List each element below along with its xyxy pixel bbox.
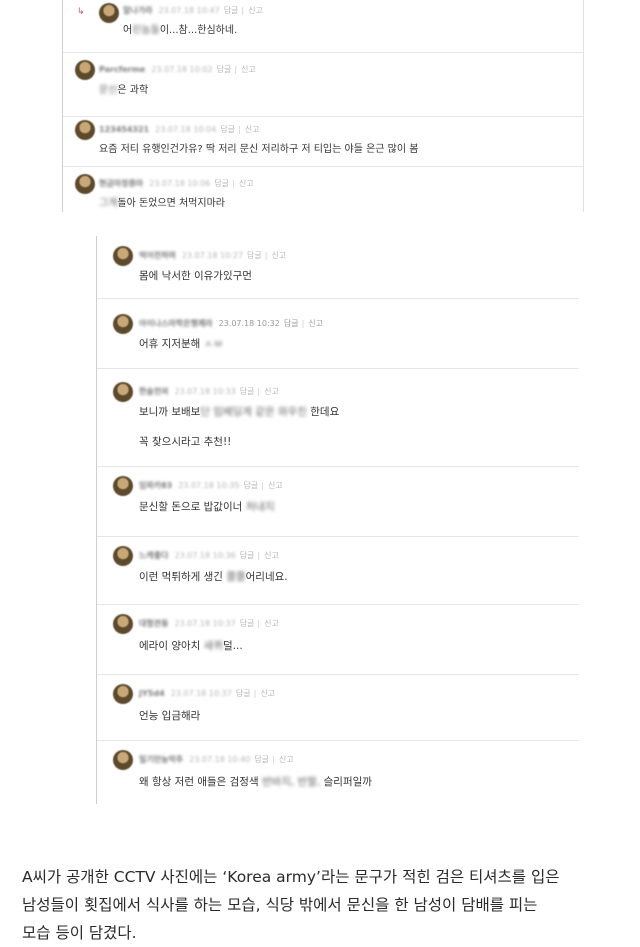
reply-link[interactable]: 답글: [240, 387, 255, 396]
reply-link[interactable]: 답글: [236, 689, 251, 698]
comment-author[interactable]: Parcferme: [99, 65, 145, 74]
comment-date: 23.07.18 10:02: [151, 65, 213, 74]
comment-text-line2: 꼭 찾으시라고 추천!!: [139, 436, 232, 448]
comment-author[interactable]: 대형관동: [139, 619, 168, 628]
reply-link[interactable]: 답글: [243, 481, 258, 490]
avatar: [113, 382, 133, 402]
comment-item: 대형관동 23.07.18 10:37 답글 | 신고 에라이 양아치 새퀴덜...: [97, 604, 579, 675]
report-link[interactable]: 신고: [264, 551, 279, 560]
comment-item: 임파카83 23.07.18 10:35 답글 | 신고 문신할 돈으로 밥값이너 처내…: [97, 466, 579, 537]
comment-date: 23.07.18 10:47: [158, 6, 220, 15]
comment-date: 23.07.18 10:37: [174, 619, 236, 628]
comment-date: 23.07.18 10:06: [149, 179, 211, 188]
comment-item: 123454321 23.07.18 10:04 답글 | 신고 요즘 저티 유행인건가…: [63, 116, 583, 167]
comment-author[interactable]: JY5d4: [139, 689, 165, 698]
report-link[interactable]: 신고: [245, 125, 260, 134]
comment-date: 23.07.18 10:37: [170, 689, 232, 698]
avatar: [113, 750, 133, 770]
caption-line: 남성들이 횟집에서 식사를 하는 모습, 식당 밖에서 문신을 한 남성이 담배…: [22, 896, 538, 914]
comment-text: 어휴 지저분해 ㅅㅂ: [139, 338, 223, 350]
comment-text: 어린놈들이...참...한심하네.: [123, 25, 238, 36]
avatar: [113, 314, 133, 334]
report-link[interactable]: 신고: [239, 179, 254, 188]
avatar: [113, 614, 133, 634]
comment-text: 요즘 저티 유행인건가유? 딱 저리 문신 저리하구 저 티입는 야들 은근 많…: [99, 144, 419, 155]
comment-text: 에라이 양아치 새퀴덜...: [139, 640, 243, 652]
comment-item: ↳ 말나가라 23.07.18 10:47 답글 | 신고 어린놈들이...참...한심…: [63, 0, 583, 53]
comment-date: 23.07.18 10:33: [174, 387, 236, 396]
comment-author[interactable]: 먹어전하며: [139, 251, 176, 260]
reply-link[interactable]: 답글: [284, 319, 299, 328]
comment-item: 먹어전하며 23.07.18 10:27 답글 | 신고 몸에 낙서한 이유가있구먼: [97, 236, 579, 299]
reply-link[interactable]: 답글: [240, 551, 255, 560]
avatar: [113, 684, 133, 704]
comment-text: 보니까 보배보단 임베딩게 같은 와우진 한데요: [139, 406, 340, 418]
report-link[interactable]: 신고: [279, 755, 294, 764]
comment-panel-bottom: 먹어전하며 23.07.18 10:27 답글 | 신고 몸에 낙서한 이유가있구먼 아…: [96, 236, 579, 804]
comment-author[interactable]: 밀기만능막추: [139, 755, 183, 764]
reply-arrow-icon: ↳: [77, 7, 85, 17]
comment-date: 23.07.18 10:27: [181, 251, 244, 260]
comment-date: 23.07.18 10:32: [218, 319, 280, 328]
reply-link[interactable]: 답글: [214, 179, 229, 188]
avatar: [75, 60, 95, 80]
comment-item: 아이나스마학은행께라 23.07.18 10:32 답글 | 신고 어휴 지저분해 ㅅㅂ: [97, 298, 579, 369]
comment-text: 문신은 과학: [99, 85, 149, 96]
comment-date: 23.07.18 10:40: [189, 755, 251, 764]
comment-item: 한술전의 23.07.18 10:33 답글 | 신고 보니까 보배보단 임베딩게 같은…: [97, 368, 579, 467]
comment-text: 왜 항상 저런 애들은 검정색 반바지, 반팔, 슬리퍼일까: [139, 776, 372, 788]
avatar: [113, 546, 133, 566]
comment-item: 밀기만능막추 23.07.18 10:40 답글 | 신고 왜 항상 저런 애들은 검정…: [97, 740, 579, 804]
comment-author[interactable]: 123454321: [99, 125, 149, 134]
reply-link[interactable]: 답글: [247, 251, 262, 260]
comment-text: 그게돌아 돈었으면 처먹지마라: [99, 198, 225, 209]
report-link[interactable]: 신고: [268, 481, 283, 490]
report-link[interactable]: 신고: [271, 251, 286, 260]
reply-link[interactable]: 답글: [217, 65, 232, 74]
comment-panel-top: ↳ 말나가라 23.07.18 10:47 답글 | 신고 어린놈들이...참...한심…: [62, 0, 584, 212]
avatar: [113, 476, 133, 496]
comment-author[interactable]: 한술전의: [139, 387, 168, 396]
report-link[interactable]: 신고: [241, 65, 256, 74]
comment-item: Parcferme 23.07.18 10:02 답글 | 신고 문신은 과학: [63, 52, 583, 117]
comment-text: 이런 먹튀하게 생긴 쫄쫄어리네요.: [139, 571, 288, 583]
comment-text: 문신할 돈으로 밥값이너 처내지: [139, 501, 275, 513]
comment-author[interactable]: 현금마정중마: [99, 179, 143, 188]
article-caption: A씨가 공개한 CCTV 사진에는 ‘Korea army’라는 문구가 적힌 …: [22, 863, 622, 947]
caption-line: A씨가 공개한 CCTV 사진에는 ‘Korea army’라는 문구가 적힌 …: [22, 868, 560, 886]
caption-line: 모습 등이 담겼다.: [22, 924, 137, 942]
avatar: [75, 120, 95, 140]
comment-date: 23.07.18 10:35: [178, 481, 240, 490]
comment-author[interactable]: 아이나스마학은행께라: [139, 319, 213, 328]
avatar: [113, 246, 133, 266]
report-link[interactable]: 신고: [260, 689, 275, 698]
comment-text: 언능 입금해라: [139, 710, 201, 722]
report-link[interactable]: 신고: [308, 319, 323, 328]
report-link[interactable]: 신고: [248, 6, 263, 15]
report-link[interactable]: 신고: [264, 619, 279, 628]
report-link[interactable]: 신고: [264, 387, 279, 396]
reply-link[interactable]: 답글: [240, 619, 255, 628]
avatar: [99, 3, 119, 23]
reply-link[interactable]: 답글: [224, 6, 239, 15]
comment-item: 느캐좋다 23.07.18 10:36 답글 | 신고 이런 먹튀하게 생긴 쫄쫄어리네…: [97, 536, 579, 605]
comment-date: 23.07.18 10:36: [174, 551, 236, 560]
avatar: [75, 174, 95, 194]
comment-author[interactable]: 말나가라: [123, 6, 152, 15]
comment-author[interactable]: 느캐좋다: [139, 551, 168, 560]
comment-item: 현금마정중마 23.07.18 10:06 답글 | 신고 그게돌아 돈었으면 처먹지마…: [63, 166, 583, 212]
reply-link[interactable]: 답글: [220, 125, 235, 134]
comment-text: 몸에 낙서한 이유가있구먼: [139, 270, 252, 282]
reply-link[interactable]: 답글: [254, 755, 269, 764]
comment-author[interactable]: 임파카83: [139, 481, 172, 490]
comment-item: JY5d4 23.07.18 10:37 답글 | 신고 언능 입금해라: [97, 674, 579, 741]
comment-date: 23.07.18 10:04: [155, 125, 217, 134]
